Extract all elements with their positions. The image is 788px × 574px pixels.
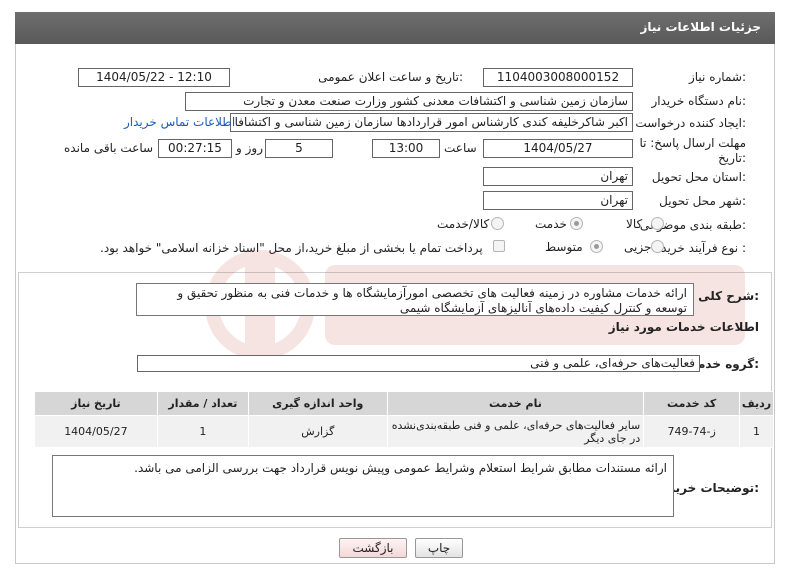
requester-label: ایجاد کننده درخواست: [635, 116, 746, 130]
days-label: روز و [236, 141, 263, 155]
services-table: ردیف کد خدمت نام خدمت واحد اندازه گیری ت… [34, 391, 775, 448]
table-row: 1 ز-74-749 سایر فعالیت‌های حرفه‌ای، علمی… [34, 415, 775, 448]
cell-need-date: 1404/05/27 [34, 415, 158, 448]
cell-name: سایر فعالیت‌های حرفه‌ای، علمی و فنی طبقه… [386, 415, 645, 448]
page-title: جزئیات اطلاعات نیاز [640, 20, 761, 34]
col-row: ردیف [738, 391, 775, 416]
purchase-type-label: نوع فرآیند خرید : [661, 241, 746, 255]
radio-medium-label: متوسط [545, 240, 583, 254]
radio-minor[interactable] [651, 240, 664, 253]
deadline-time-label: ساعت [444, 141, 477, 155]
remaining-label: ساعت باقی مانده [64, 141, 154, 155]
radio-service-label: خدمت [535, 217, 567, 231]
service-group-field: فعالیت‌های حرفه‌ای، علمی و فنی [137, 355, 700, 372]
treasury-note: پرداخت تمام یا بخشی از مبلغ خرید،از محل … [100, 241, 483, 255]
treasury-checkbox[interactable] [493, 240, 505, 252]
buyer-contact-link[interactable]: اطلاعات تماس خریدار [124, 115, 235, 129]
buyer-org-field: سازمان زمین شناسی و اکتشافات معدنی کشور … [185, 92, 633, 111]
print-button[interactable]: چاپ [415, 538, 463, 558]
cell-code: ز-74-749 [643, 415, 740, 448]
radio-goods-service-label: کالا/خدمت [437, 217, 490, 231]
deadline-date-field: 1404/05/27 [483, 139, 633, 158]
announce-date-field: 1404/05/22 - 12:10 [78, 68, 230, 87]
deadline-time-field: 13:00 [372, 139, 440, 158]
deadline-label-date: تاریخ: [718, 151, 746, 165]
services-heading: اطلاعات خدمات مورد نیاز [608, 320, 759, 334]
page-header: جزئیات اطلاعات نیاز [15, 12, 775, 44]
remaining-time-field: 00:27:15 [158, 139, 232, 158]
cell-row: 1 [738, 415, 775, 448]
radio-goods-label: کالا [626, 217, 643, 231]
summary-text: ارائه خدمات مشاوره در زمینه فعالیت های ت… [136, 283, 694, 316]
col-need-date: تاریخ نیاز [34, 391, 158, 416]
need-number-field: 1104003008000152 [483, 68, 633, 87]
city-label: شهر محل تحویل: [659, 194, 746, 208]
deadline-label: مهلت ارسال پاسخ: تا [639, 136, 746, 150]
cell-unit: گزارش [248, 415, 388, 448]
announce-date-label: تاریخ و ساعت اعلان عمومی: [318, 70, 463, 84]
need-number-label: شماره نیاز: [688, 70, 746, 84]
days-remaining-field: 5 [265, 139, 333, 158]
col-quantity: تعداد / مقدار [156, 391, 250, 416]
province-label: استان محل تحویل: [651, 170, 746, 184]
radio-goods-service[interactable] [491, 217, 504, 230]
radio-minor-label: جزیی [624, 240, 652, 254]
province-field: تهران [483, 167, 633, 186]
buyer-notes-text: ارائه مستندات مطابق شرایط استعلام وشرایط… [52, 455, 674, 517]
back-button[interactable]: بازگشت [339, 538, 407, 558]
radio-medium[interactable] [590, 240, 603, 253]
cell-quantity: 1 [156, 415, 250, 448]
city-field: تهران [483, 191, 633, 210]
requester-field: اکبر شاکرخلیفه کندی کارشناس امور قرارداد… [230, 113, 633, 132]
col-unit: واحد اندازه گیری [248, 391, 388, 416]
radio-service[interactable] [570, 217, 583, 230]
col-name: نام خدمت [386, 391, 645, 416]
radio-goods[interactable] [651, 217, 664, 230]
buyer-org-label: نام دستگاه خریدار: [651, 94, 747, 108]
col-code: کد خدمت [643, 391, 740, 416]
